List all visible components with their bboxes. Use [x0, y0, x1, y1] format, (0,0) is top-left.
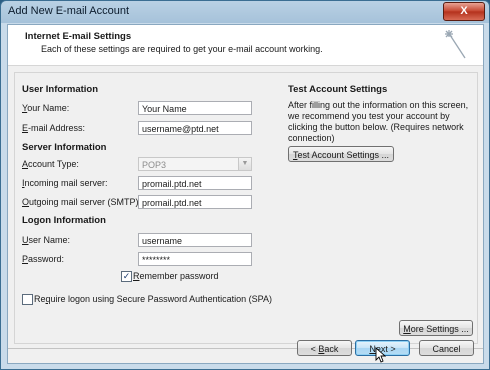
cancel-button[interactable]: Cancel — [419, 340, 474, 356]
remember-password-label: Remember password — [133, 271, 219, 281]
mouse-cursor-icon — [375, 347, 386, 363]
user-info-heading: User Information — [22, 84, 99, 95]
user-name-label: User Name: — [22, 235, 71, 245]
your-name-label: Your Name: — [22, 103, 70, 113]
incoming-server-input[interactable]: promail.ptd.net — [138, 176, 252, 190]
back-button[interactable]: < Back — [297, 340, 352, 356]
your-name-input[interactable]: Your Name — [138, 101, 252, 115]
footer-divider — [8, 348, 483, 349]
chevron-down-icon: ▼ — [238, 158, 251, 170]
test-settings-description: After filling out the information on thi… — [288, 100, 469, 143]
title-bar[interactable]: Add New E-mail Account X — [1, 1, 489, 23]
logon-info-heading: Logon Information — [22, 215, 106, 226]
page-subtitle: Each of these settings are required to g… — [41, 44, 323, 54]
outgoing-server-input[interactable]: promail.ptd.net — [138, 195, 252, 209]
wizard-header: Internet E-mail Settings Each of these s… — [8, 25, 483, 66]
close-icon: X — [460, 5, 468, 17]
email-address-label: E-mail Address: — [22, 123, 86, 133]
account-type-select: POP3 ▼ — [138, 157, 252, 171]
dialog-content: Internet E-mail Settings Each of these s… — [7, 24, 484, 364]
email-address-input[interactable]: username@ptd.net — [138, 121, 252, 135]
password-input[interactable]: ******** — [138, 252, 252, 266]
server-info-heading: Server Information — [22, 142, 107, 153]
test-settings-heading: Test Account Settings — [288, 84, 388, 95]
more-settings-button[interactable]: More Settings ... — [399, 320, 473, 336]
settings-panel: User Information Your Name: Your Name E-… — [14, 72, 478, 344]
account-type-label: Account Type: — [22, 159, 79, 169]
dialog-window: Add New E-mail Account X Internet E-mail… — [0, 0, 490, 370]
test-account-settings-button[interactable]: Test Account Settings ... — [288, 146, 394, 162]
remember-password-checkbox[interactable]: ✓ — [121, 271, 132, 282]
window-title: Add New E-mail Account — [8, 5, 130, 17]
password-label: Password: — [22, 254, 65, 264]
incoming-server-label: Incoming mail server: — [22, 178, 108, 188]
account-type-value: POP3 — [142, 160, 167, 170]
page-title: Internet E-mail Settings — [25, 31, 132, 42]
require-spa-checkbox[interactable] — [22, 294, 33, 305]
user-name-input[interactable]: username — [138, 233, 252, 247]
wizard-sparkle-icon — [445, 30, 466, 59]
outgoing-server-label: Outgoing mail server (SMTP): — [22, 197, 142, 207]
close-button[interactable]: X — [443, 2, 485, 21]
require-spa-label: Require logon using Secure Password Auth… — [34, 294, 272, 304]
